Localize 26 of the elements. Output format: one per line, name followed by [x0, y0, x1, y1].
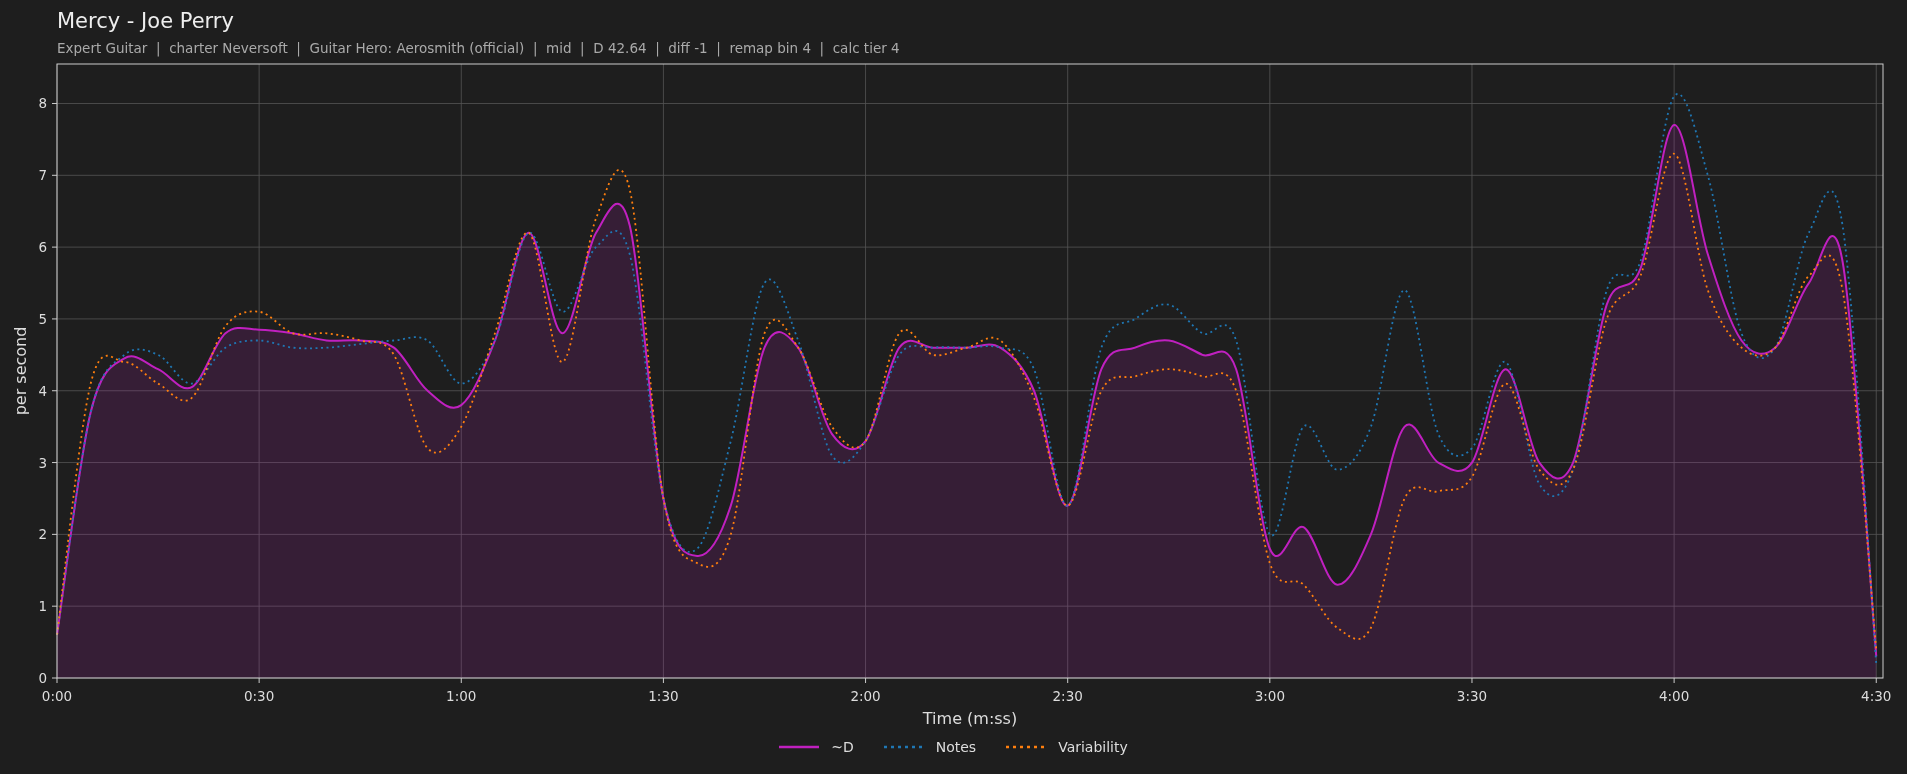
x-tick-label: 4:00	[1658, 688, 1690, 704]
y-tick-label: 6	[38, 239, 47, 256]
x-tick-label: 2:30	[1052, 688, 1083, 704]
legend-label: ~D	[831, 739, 854, 755]
x-tick-label: 3:30	[1456, 688, 1488, 704]
x-tick-label: 0:00	[41, 688, 73, 704]
y-tick-label: 0	[38, 670, 47, 686]
x-tick-label: 1:00	[446, 688, 477, 704]
y-axis-title: per second	[11, 326, 30, 416]
y-tick-label: 5	[38, 310, 47, 327]
y-tick-label: 8	[38, 95, 47, 112]
legend-label: Notes	[935, 739, 977, 755]
y-tick-label: 7	[38, 167, 47, 184]
chart-subtitle: Expert Guitar | charter Neversoft | Guitar Hero: Aerosmith (official) | mid | D 42.64 | diff -1 | remap bin 4 | calc tier 4	[57, 40, 901, 56]
chart-title: Mercy - Joe Perry	[57, 8, 235, 34]
y-tick-label: 1	[38, 598, 47, 615]
x-tick-label: 2:00	[850, 688, 881, 704]
x-tick-label: 4:30	[1861, 688, 1892, 704]
legend-label: Variability	[1058, 739, 1128, 755]
y-tick-label: 3	[38, 454, 47, 471]
y-tick-label: 2	[38, 526, 47, 543]
x-tick-label: 0:30	[244, 688, 275, 704]
y-tick-label: 4	[38, 382, 47, 399]
x-axis-title: Time (m:ss)	[922, 709, 1018, 728]
x-tick-label: 3:00	[1254, 688, 1285, 704]
x-tick-label: 1:30	[648, 688, 679, 704]
